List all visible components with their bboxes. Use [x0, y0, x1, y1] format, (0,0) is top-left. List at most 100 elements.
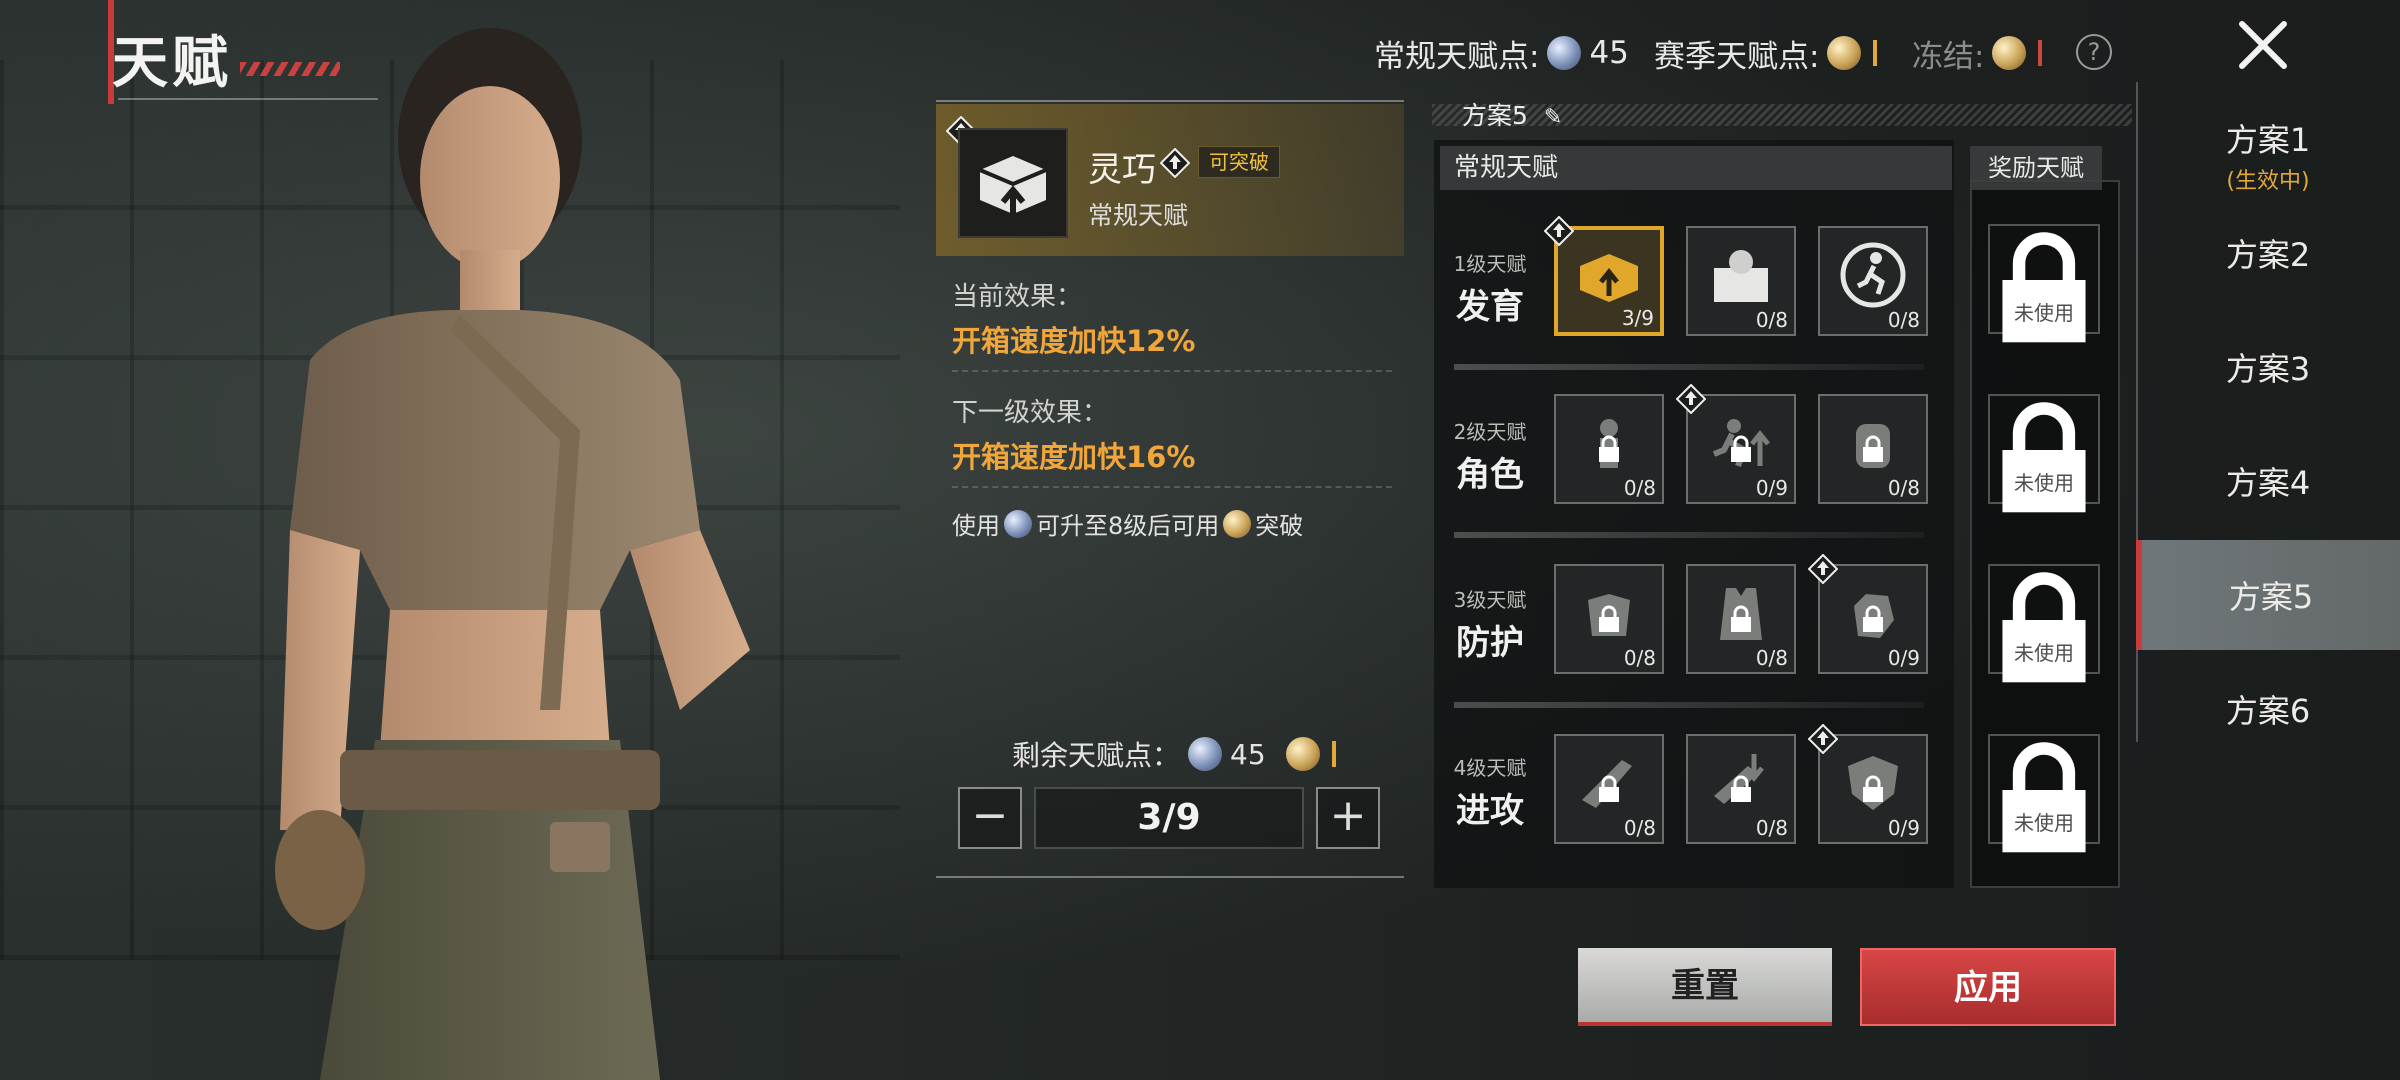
current-effect-value: 开箱速度加快12%	[952, 324, 1196, 358]
supply-crate-icon	[1580, 253, 1638, 302]
talent-node-1-3[interactable]: 0/8	[1818, 226, 1928, 336]
plan-label: 方案1	[2225, 121, 2311, 159]
tab-plan-3[interactable]: 方案3	[2136, 312, 2400, 422]
season-points: 赛季天赋点:	[1654, 28, 1878, 78]
talent-node-4-2[interactable]: 0/8	[1686, 734, 1796, 844]
row-name: 发育	[1456, 287, 1524, 327]
silver-coin-icon	[1547, 36, 1582, 70]
gold-coin-icon	[1827, 36, 1862, 70]
detail-bottom-divider	[936, 876, 1404, 878]
note-text: 突破	[1255, 512, 1304, 540]
node-count: 0/8	[1623, 476, 1656, 500]
reward-node-4[interactable]: 未使用	[1988, 734, 2100, 853]
talent-name: 灵巧	[1088, 150, 1156, 190]
lock-icon	[1599, 435, 1619, 462]
node-count: 3/9	[1621, 306, 1654, 330]
talent-node-3-2[interactable]: 0/8	[1686, 564, 1796, 674]
breakthrough-note: 使用 可升至8级后可用 突破	[952, 506, 1303, 541]
row-name: 角色	[1456, 455, 1524, 495]
unused-label: 未使用	[2014, 811, 2074, 835]
breakthrough-diamond-icon	[1160, 148, 1190, 178]
row-separator	[1454, 532, 1924, 538]
regular-points-label: 常规天赋点:	[1374, 38, 1540, 75]
node-count: 0/9	[1887, 816, 1920, 840]
plan-name-text: 方案5	[1462, 101, 1528, 130]
talent-node-2-1[interactable]: 0/8	[1554, 394, 1664, 504]
row-level: 1级天赋	[1453, 252, 1527, 276]
breakthrough-diamond-icon	[1676, 384, 1706, 414]
gold-coin-icon	[1992, 36, 2027, 70]
talent-node-1-2[interactable]: 0/8	[1686, 226, 1796, 336]
freeze-points: 冻结:	[1912, 28, 2043, 78]
unused-label: 未使用	[2014, 471, 2074, 495]
lock-icon	[2002, 742, 2086, 853]
regular-points: 常规天赋点: 45	[1374, 28, 1629, 78]
plan-label: 方案4	[2225, 464, 2311, 502]
edit-icon[interactable]: ✎	[1544, 105, 1562, 130]
plan-list: 方案1 (生效中) 方案2 方案3 方案4 方案5 方案6	[2136, 82, 2400, 742]
talent-level-display: 3/9	[1034, 787, 1304, 849]
divider	[952, 486, 1392, 488]
node-count: 0/8	[1755, 816, 1788, 840]
freeze-label: 冻结:	[1912, 38, 1985, 75]
lock-icon	[1599, 605, 1619, 632]
row-label-2: 2级天赋 角色	[1440, 416, 1540, 496]
reward-node-2[interactable]: 未使用	[1988, 394, 2100, 513]
row-label-3: 3级天赋 防护	[1440, 584, 1540, 664]
tab-plan-2[interactable]: 方案2	[2136, 198, 2400, 308]
tab-plan-5[interactable]: 方案5	[2136, 540, 2400, 650]
reward-node-3[interactable]: 未使用	[1988, 564, 2100, 683]
unused-label: 未使用	[2014, 301, 2074, 325]
gold-coin-icon	[1285, 737, 1320, 771]
season-points-bar	[1331, 741, 1336, 767]
freeze-points-bar	[2038, 40, 2043, 66]
season-points-label: 赛季天赋点:	[1654, 38, 1820, 75]
plan-label: 方案2	[2225, 236, 2311, 274]
lock-icon	[2002, 402, 2086, 513]
decrease-level-button[interactable]: −	[958, 787, 1022, 849]
row-name: 进攻	[1456, 791, 1524, 831]
node-count: 0/9	[1887, 646, 1920, 670]
unused-label: 未使用	[2014, 641, 2074, 665]
node-count: 0/8	[1623, 816, 1656, 840]
breakable-badge: 可突破	[1198, 146, 1280, 178]
next-effect-value: 开箱速度加快16%	[952, 440, 1196, 474]
node-count: 0/8	[1887, 476, 1920, 500]
note-text: 使用	[952, 512, 1000, 540]
node-count: 0/8	[1623, 646, 1656, 670]
tab-plan-4[interactable]: 方案4	[2136, 426, 2400, 536]
tab-plan-6[interactable]: 方案6	[2136, 654, 2400, 764]
lock-icon	[2002, 572, 2086, 683]
close-icon[interactable]	[2232, 14, 2294, 76]
reward-header: 奖励天赋	[1970, 146, 2102, 190]
breakthrough-diamond-icon	[1808, 554, 1838, 584]
remaining-label: 剩余天赋点：	[1012, 739, 1181, 772]
lock-icon	[1731, 775, 1751, 802]
reset-button[interactable]: 重置	[1578, 948, 1832, 1026]
silver-coin-icon	[1188, 737, 1223, 771]
gold-coin-icon	[1223, 509, 1252, 538]
remaining-value: 45	[1230, 737, 1266, 771]
node-count: 0/8	[1755, 646, 1788, 670]
talent-node-3-1[interactable]: 0/8	[1554, 564, 1664, 674]
row-label-1: 1级天赋 发育	[1440, 248, 1540, 328]
increase-level-button[interactable]: +	[1316, 787, 1380, 849]
node-count: 0/8	[1887, 308, 1920, 332]
tab-plan-1[interactable]: 方案1 (生效中)	[2136, 100, 2400, 210]
grid-header: 常规天赋	[1440, 146, 1952, 190]
current-plan-name[interactable]: 方案5 ✎	[1462, 96, 1562, 132]
note-text: 可升至8级后可用	[1036, 512, 1220, 540]
row-separator	[1454, 364, 1924, 370]
row-separator	[1454, 702, 1924, 708]
talent-node-2-3[interactable]: 0/8	[1818, 394, 1928, 504]
row-label-4: 4级天赋 进攻	[1440, 752, 1540, 832]
reward-node-1[interactable]: 未使用	[1988, 224, 2100, 343]
character-portrait	[275, 28, 750, 1080]
help-icon[interactable]: ?	[2076, 34, 2112, 70]
next-effect-label: 下一级效果：	[952, 398, 1109, 428]
season-points-bar	[1873, 40, 1878, 66]
detail-top-divider	[936, 100, 1404, 102]
talent-node-4-1[interactable]: 0/8	[1554, 734, 1664, 844]
runner-icon	[1840, 242, 1906, 308]
apply-button[interactable]: 应用	[1860, 948, 2116, 1026]
